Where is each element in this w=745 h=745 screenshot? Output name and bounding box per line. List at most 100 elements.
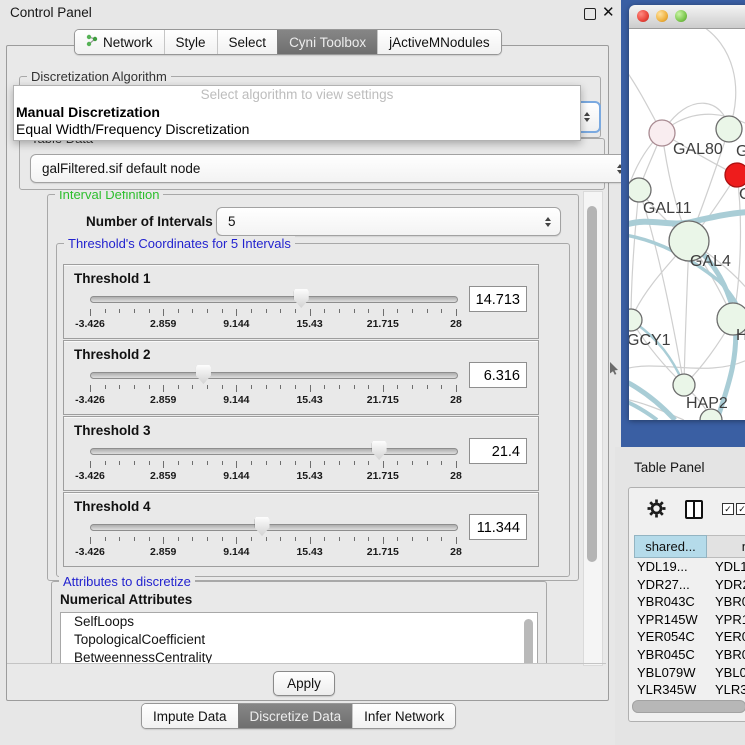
slider-thumb[interactable] — [255, 517, 270, 536]
minimize-traffic-light[interactable] — [656, 10, 668, 22]
tick-label: -3.426 — [75, 318, 105, 330]
column-header-shared[interactable]: shared... — [634, 535, 707, 558]
tab-cyni-toolbox[interactable]: Cyni Toolbox — [277, 30, 377, 54]
split-columns-icon[interactable] — [685, 500, 703, 519]
slider-thumb[interactable] — [294, 289, 309, 308]
network-desktop-frame: GAL80GCGAL11GAL4GCY1HHAP2 — [621, 0, 745, 447]
threshold-value-field[interactable]: 11.344 — [469, 514, 527, 540]
network-window-titlebar[interactable] — [629, 5, 745, 29]
close-icon[interactable]: ✕ — [602, 3, 615, 21]
zoom-traffic-light[interactable] — [675, 10, 687, 22]
number-of-intervals-value: 5 — [228, 214, 236, 229]
network-canvas[interactable]: GAL80GCGAL11GAL4GCY1HHAP2 — [629, 29, 745, 420]
network-node-label: G — [736, 143, 745, 160]
tab-style[interactable]: Style — [164, 30, 217, 54]
network-node[interactable] — [629, 178, 651, 202]
gear-icon[interactable] — [647, 499, 666, 523]
top-tab-strip: Network Style Select Cyni ToolboxjActiveMNo… — [74, 29, 502, 55]
table-row[interactable]: YBR043CYBR0 — [634, 593, 745, 611]
close-traffic-light[interactable] — [637, 10, 649, 22]
slider-tick-labels: -3.4262.8599.14415.4321.71528 — [90, 318, 456, 330]
table-rows: YDL19...YDL1YDR27...YDR2YBR043CYBR0YPR14… — [634, 558, 745, 716]
numerical-attributes-label: Numerical Attributes — [60, 592, 192, 607]
thresholds-group-title: Threshold's Coordinates for 5 Intervals — [64, 236, 295, 251]
network-node-label: GAL11 — [643, 200, 692, 217]
table-row[interactable]: YBL079WYBL0 — [634, 664, 745, 682]
table-row[interactable]: YPR145WYPR1 — [634, 611, 745, 629]
stepper-arrows-icon — [545, 217, 551, 227]
table-data-combo-value: galFiltered.sif default node — [42, 161, 200, 176]
slider-track[interactable] — [90, 448, 458, 455]
network-node[interactable] — [716, 116, 742, 142]
tab-jactivemnodules[interactable]: jActiveMNodules — [377, 30, 501, 54]
threshold-slider[interactable]: -3.4262.8599.14415.4321.71528 — [90, 289, 456, 333]
table-header-row: shared... n — [634, 535, 745, 558]
checkbox-icon[interactable]: ✓ — [722, 503, 734, 515]
float-window-icon[interactable] — [584, 8, 596, 20]
algorithm-option[interactable]: Equal Width/Frequency Discretization — [14, 121, 580, 138]
mouse-cursor — [610, 362, 620, 381]
slider-track[interactable] — [90, 372, 458, 379]
network-node-label: HAP2 — [686, 395, 728, 412]
tab-discretize-data[interactable]: Discretize Data — [238, 704, 353, 728]
slider-track[interactable] — [90, 524, 458, 531]
threshold-panel: Threshold 4 -3.4262.8599.14415.4321.7152… — [63, 492, 539, 567]
slider-thumb[interactable] — [196, 365, 211, 384]
slider-ticks — [90, 537, 456, 545]
threshold-slider[interactable]: -3.4262.8599.14415.4321.71528 — [90, 517, 456, 561]
threshold-panel: Threshold 3 -3.4262.8599.14415.4321.7152… — [63, 416, 539, 491]
tab-label: Network — [103, 35, 153, 50]
tab-impute-data[interactable]: Impute Data — [142, 704, 238, 728]
interval-definition-group-title: Interval Definition — [55, 191, 163, 202]
slider-tick-labels: -3.4262.8599.14415.4321.71528 — [90, 546, 456, 558]
network-node[interactable] — [673, 374, 695, 396]
threshold-value-field[interactable]: 6.316 — [469, 362, 527, 388]
control-panel-titlebar: Control Panel ✕ — [0, 0, 613, 26]
network-node-selected[interactable] — [725, 163, 745, 187]
number-of-intervals-combo[interactable]: 5 — [216, 207, 561, 236]
threshold-value-field[interactable]: 14.713 — [469, 286, 527, 312]
control-panel-title: Control Panel — [10, 5, 92, 20]
thresholds-group: Threshold's Coordinates for 5 Intervals … — [56, 243, 570, 577]
cyni-toolbox-panel: Discretization Algorithm Select algorith… — [6, 45, 609, 701]
attribute-list-item[interactable]: TopologicalCoefficient — [61, 631, 537, 649]
horizontal-scrollbar-thumb[interactable] — [632, 700, 745, 713]
settings-scroll-area: Interval Definition Number of Intervals … — [11, 191, 581, 664]
vertical-scrollbar[interactable] — [583, 191, 603, 666]
tab-infer-network[interactable]: Infer Network — [352, 704, 455, 728]
tab-network[interactable]: Network — [75, 30, 164, 54]
list-scrollbar-thumb[interactable] — [524, 619, 533, 664]
threshold-slider[interactable]: -3.4262.8599.14415.4321.71528 — [90, 441, 456, 485]
table-data-combo[interactable]: galFiltered.sif default node — [30, 154, 633, 183]
threshold-slider[interactable]: -3.4262.8599.14415.4321.71528 — [90, 365, 456, 409]
tab-select[interactable]: Select — [217, 30, 278, 54]
network-node-label: H — [736, 327, 745, 344]
tick-label: 15.43 — [296, 394, 322, 406]
tab-label: Select — [229, 35, 267, 50]
attribute-list-item[interactable]: SelfLoops — [61, 613, 537, 631]
apply-button[interactable]: Apply — [273, 671, 335, 696]
table-row[interactable]: YDR27...YDR2 — [634, 576, 745, 594]
tab-label: Impute Data — [153, 709, 227, 724]
tick-label: 28 — [450, 470, 462, 482]
table-row[interactable]: YDL19...YDL1 — [634, 558, 745, 576]
table-row[interactable]: YBR045CYBR0 — [634, 646, 745, 664]
attribute-list-item[interactable]: BetweennessCentrality — [61, 649, 537, 664]
column-header-name[interactable]: n — [707, 535, 745, 558]
algorithm-option[interactable]: Manual Discretization — [14, 104, 580, 121]
slider-thumb[interactable] — [372, 441, 387, 460]
tick-label: 21.715 — [367, 394, 399, 406]
checkbox-icon[interactable]: ✓ — [736, 503, 745, 515]
attributes-group: Attributes to discretize Numerical Attri… — [51, 581, 547, 664]
slider-track[interactable] — [90, 296, 458, 303]
threshold-value-field[interactable]: 21.4 — [469, 438, 527, 464]
table-row[interactable]: YER054CYER0 — [634, 628, 745, 646]
stepper-arrows-icon — [584, 112, 590, 122]
table-row[interactable]: YLR345WYLR3 — [634, 681, 745, 699]
network-node[interactable] — [649, 120, 675, 146]
tick-label: -3.426 — [75, 394, 105, 406]
vertical-scrollbar-thumb[interactable] — [587, 206, 597, 562]
tick-label: 9.144 — [223, 470, 249, 482]
numerical-attributes-list[interactable]: SelfLoopsTopologicalCoefficientBetweenne… — [60, 612, 538, 664]
tick-label: 15.43 — [296, 470, 322, 482]
